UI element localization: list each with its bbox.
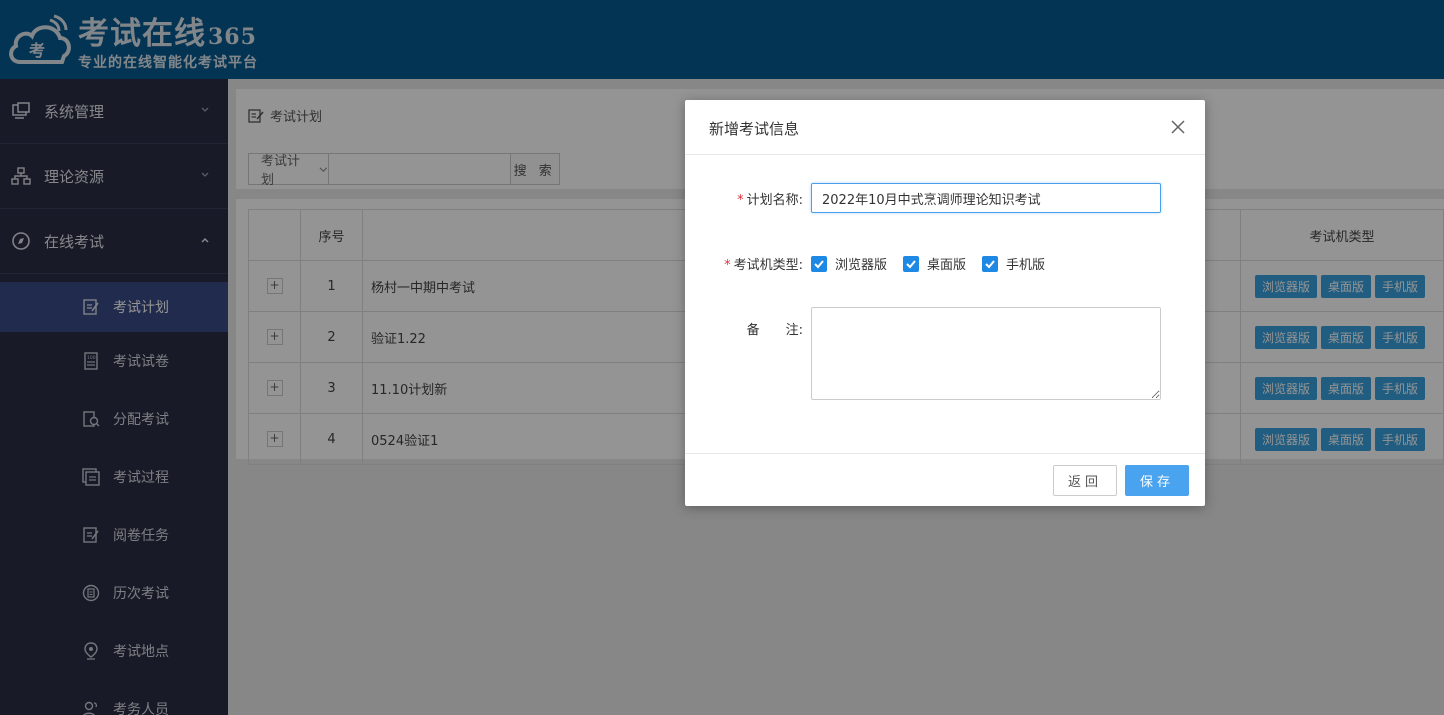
checkbox-label: 手机版 [1006,258,1046,273]
checkbox-browser[interactable]: 浏览器版 [811,254,887,273]
checkbox-label: 桌面版 [927,258,967,273]
remark-label: 备 注: [746,323,803,338]
plan-name-label: * 计划名称: [737,192,803,208]
back-button[interactable]: 返回 [1053,465,1117,496]
plan-name-row: * 计划名称: [685,183,1161,213]
close-icon[interactable] [1171,120,1185,134]
add-exam-dialog: 新增考试信息 *计划名称: *考试机类型: 浏览器版 桌面版 手机版 备 注: [685,100,1205,506]
checkbox-desktop[interactable]: 桌面版 [903,254,966,273]
plan-name-input[interactable] [811,183,1161,213]
checkbox-label: 浏览器版 [835,258,888,273]
checkmark-icon [982,255,999,272]
checkmark-icon [811,255,827,272]
machine-type-label: * 考试机类型: [724,258,803,273]
dialog-title: 新增考试信息 [709,120,800,138]
remark-textarea[interactable] [811,307,1161,400]
checkbox-mobile[interactable]: 手机版 [982,254,1045,273]
dialog-footer: 返回 保存 [685,453,1205,507]
dialog-header: 新增考试信息 [685,100,1205,155]
machine-type-checkboxes: 浏览器版 桌面版 手机版 [811,254,1061,273]
checkmark-icon [903,255,920,272]
save-button[interactable]: 保存 [1125,465,1189,496]
remark-row: 备 注: [685,307,1161,400]
machine-type-row: * 考试机类型: 浏览器版 桌面版 手机版 [685,254,1061,273]
